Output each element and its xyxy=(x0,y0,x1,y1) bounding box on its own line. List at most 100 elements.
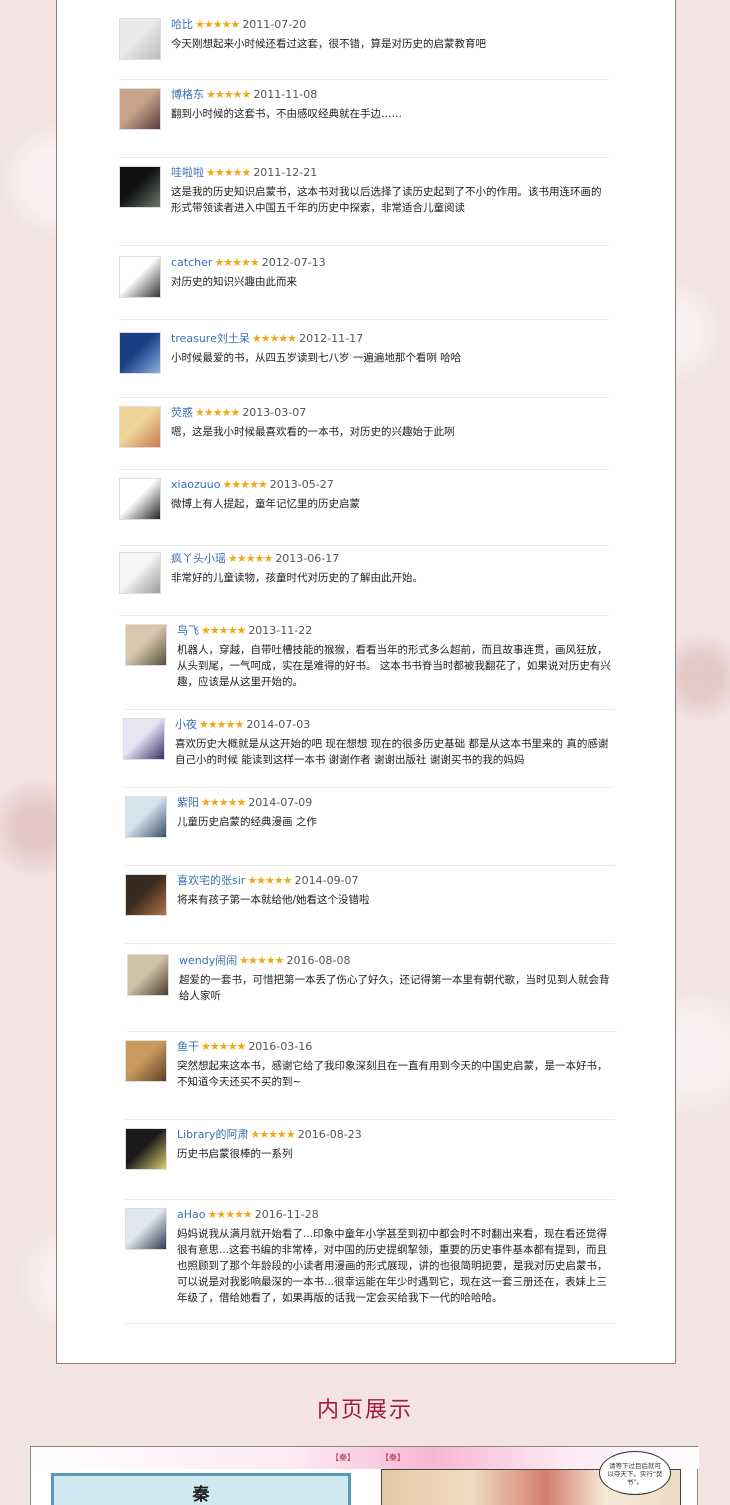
username-link[interactable]: wendy闹闹 xyxy=(179,954,237,967)
review-text: 突然想起来这本书，感谢它给了我印象深刻且在一直有用到今天的中国史启蒙，是一本好书… xyxy=(177,1060,608,1088)
star-rating: ★★★★★ xyxy=(228,552,273,565)
review-item: 荧惑 ★★★★★ 2013-03-07 嗯，这是我小时候最喜欢看的一本书，对历史的兴趣… xyxy=(119,406,609,470)
avatar[interactable] xyxy=(125,624,167,666)
review-date: 2016-08-08 xyxy=(286,954,351,967)
review-text: 小时候最爱的书，从四五岁读到七八岁 一遍遍地那个看咧 哈哈 xyxy=(171,352,462,364)
avatar[interactable] xyxy=(125,1128,167,1170)
review-date: 2013-03-07 xyxy=(242,406,307,419)
username-link[interactable]: catcher xyxy=(171,256,212,269)
review-text: 今天刚想起来小时候还看过这套，很不错，算是对历史的启蒙教育吧 xyxy=(171,38,486,50)
review-item: 哇啦啦 ★★★★★ 2011-12-21 这是我的历史知识启蒙书，这本书对我以后选择了… xyxy=(119,166,609,246)
username-link[interactable]: 小夜 xyxy=(175,718,197,731)
review-meta: 鱼干 ★★★★★ 2016-03-16 xyxy=(177,1040,312,1054)
username-link[interactable]: 鱼干 xyxy=(177,1040,199,1053)
avatar[interactable] xyxy=(119,552,161,594)
review-meta: 紫阳 ★★★★★ 2014-07-09 xyxy=(177,796,312,810)
review-meta: treasure刘土呆 ★★★★★ 2012-11-17 xyxy=(171,332,363,346)
review-meta: 喜欢宅的张sir ★★★★★ 2014-09-07 xyxy=(177,874,359,888)
star-rating: ★★★★★ xyxy=(206,88,251,101)
username-link[interactable]: aHao xyxy=(177,1208,205,1221)
review-date: 2016-08-23 xyxy=(297,1128,362,1141)
username-link[interactable]: treasure刘土呆 xyxy=(171,332,250,345)
avatar[interactable] xyxy=(125,1208,167,1250)
review-date: 2016-03-16 xyxy=(248,1040,313,1053)
review-date: 2014-09-07 xyxy=(294,874,359,887)
review-item: xiaozuuo ★★★★★ 2013-05-27 微博上有人提起，童年记忆里的历史启… xyxy=(119,478,609,546)
username-link[interactable]: 喜欢宅的张sir xyxy=(177,874,245,887)
speech-bubble: 请等下过目后就可以夺天下。实行“焚书”。 xyxy=(599,1451,671,1495)
review-date: 2013-05-27 xyxy=(269,478,334,491)
username-link[interactable]: 鸟飞 xyxy=(177,624,199,637)
star-rating: ★★★★★ xyxy=(222,478,267,491)
star-rating: ★★★★★ xyxy=(195,406,240,419)
star-rating: ★★★★★ xyxy=(206,166,251,179)
star-rating: ★★★★★ xyxy=(207,1208,252,1221)
avatar[interactable] xyxy=(119,478,161,520)
star-rating: ★★★★★ xyxy=(195,18,240,31)
review-text: 机器人，穿越，自带吐槽技能的猴猴，看看当年的形式多么超前，而且故事连贯，画风狂放… xyxy=(177,644,611,688)
username-link[interactable]: 哇啦啦 xyxy=(171,166,204,179)
review-text: 妈妈说我从满月就开始看了...印象中童年小学甚至到初中都会时不时翻出来看，现在看… xyxy=(177,1228,608,1304)
review-date: 2012-07-13 xyxy=(261,256,326,269)
review-date: 2013-11-22 xyxy=(248,624,313,637)
review-item: 博格东 ★★★★★ 2011-11-08 翻到小时候的这套书，不由感叹经典就在手边…… xyxy=(119,88,609,158)
review-meta: aHao ★★★★★ 2016-11-28 xyxy=(177,1208,319,1222)
review-item: 小夜 ★★★★★ 2014-07-03 喜欢历史大概就是从这开始的吧 现在想想 现在的… xyxy=(123,718,613,788)
review-meta: 疯丫头小瑶 ★★★★★ 2013-06-17 xyxy=(171,552,339,566)
avatar[interactable] xyxy=(125,796,167,838)
avatar[interactable] xyxy=(119,332,161,374)
avatar[interactable] xyxy=(119,256,161,298)
avatar[interactable] xyxy=(125,1040,167,1082)
review-item: 哈比 ★★★★★ 2011-07-20 今天刚想起来小时候还看过这套，很不错，算是对历… xyxy=(119,18,609,80)
review-item: 疯丫头小瑶 ★★★★★ 2013-06-17 非常好的儿童读物，孩童时代对历史的了解由… xyxy=(119,552,609,616)
star-rating: ★★★★★ xyxy=(199,718,244,731)
review-meta: catcher ★★★★★ 2012-07-13 xyxy=(171,256,326,270)
avatar[interactable] xyxy=(127,954,169,996)
review-item: 紫阳 ★★★★★ 2014-07-09 儿童历史启蒙的经典漫画 之作 xyxy=(125,796,615,866)
username-link[interactable]: xiaozuuo xyxy=(171,478,220,491)
review-text: 微博上有人提起，童年记忆里的历史启蒙 xyxy=(171,498,360,510)
review-date: 2011-07-20 xyxy=(242,18,307,31)
section-title: 内页展示 xyxy=(316,1398,413,1423)
review-meta: 博格东 ★★★★★ 2011-11-08 xyxy=(171,88,317,102)
star-rating: ★★★★★ xyxy=(250,1128,295,1141)
star-rating: ★★★★★ xyxy=(251,332,297,345)
review-text: 非常好的儿童读物，孩童时代对历史的了解由此开始。 xyxy=(171,572,423,584)
qin-title-frame: 秦 xyxy=(51,1473,351,1505)
review-meta: wendy闹闹 ★★★★★ 2016-08-08 xyxy=(179,954,350,968)
avatar[interactable] xyxy=(119,406,161,448)
review-meta: 哈比 ★★★★★ 2011-07-20 xyxy=(171,18,306,32)
review-item: 鱼干 ★★★★★ 2016-03-16 突然想起来这本书，感谢它给了我印象深刻且在一直… xyxy=(125,1040,615,1120)
username-link[interactable]: 紫阳 xyxy=(177,796,199,809)
review-item: catcher ★★★★★ 2012-07-13 对历史的知识兴趣由此而来 xyxy=(119,256,609,320)
preview-chip-right: 【秦】 xyxy=(381,1453,405,1462)
avatar[interactable] xyxy=(119,18,161,60)
review-item: 喜欢宅的张sir ★★★★★ 2014-09-07 将来有孩子第一本就给他/她看这个没… xyxy=(125,874,615,944)
avatar[interactable] xyxy=(119,166,161,208)
review-item: 鸟飞 ★★★★★ 2013-11-22 机器人，穿越，自带吐槽技能的猴猴，看看当年的形… xyxy=(125,624,615,710)
review-date: 2011-11-08 xyxy=(253,88,318,101)
review-text: 这是我的历史知识启蒙书，这本书对我以后选择了读历史起到了不小的作用。该书用连环画… xyxy=(171,186,602,214)
star-rating: ★★★★★ xyxy=(201,624,246,637)
review-meta: xiaozuuo ★★★★★ 2013-05-27 xyxy=(171,478,334,492)
review-meta: Library的阿肃 ★★★★★ 2016-08-23 xyxy=(177,1128,362,1142)
review-text: 将来有孩子第一本就给他/她看这个没错啦 xyxy=(177,894,370,906)
preview-topbar: 【秦】 【秦】 xyxy=(31,1447,699,1469)
qin-title: 秦 xyxy=(192,1485,210,1505)
username-link[interactable]: 荧惑 xyxy=(171,406,193,419)
star-rating: ★★★★★ xyxy=(247,874,292,887)
username-link[interactable]: 疯丫头小瑶 xyxy=(171,552,226,565)
review-item: wendy闹闹 ★★★★★ 2016-08-08 超爱的一套书，可惜把第一本丢了伤心了… xyxy=(127,954,617,1032)
username-link[interactable]: 博格东 xyxy=(171,88,204,101)
star-rating: ★★★★★ xyxy=(214,256,259,269)
review-meta: 小夜 ★★★★★ 2014-07-03 xyxy=(175,718,310,732)
username-link[interactable]: 哈比 xyxy=(171,18,193,31)
avatar[interactable] xyxy=(119,88,161,130)
star-rating: ★★★★★ xyxy=(239,954,284,967)
avatar[interactable] xyxy=(125,874,167,916)
review-date: 2013-06-17 xyxy=(275,552,340,565)
username-link[interactable]: Library的阿肃 xyxy=(177,1128,248,1141)
avatar[interactable] xyxy=(123,718,165,760)
review-text: 儿童历史启蒙的经典漫画 之作 xyxy=(177,816,317,828)
star-rating: ★★★★★ xyxy=(201,1040,246,1053)
